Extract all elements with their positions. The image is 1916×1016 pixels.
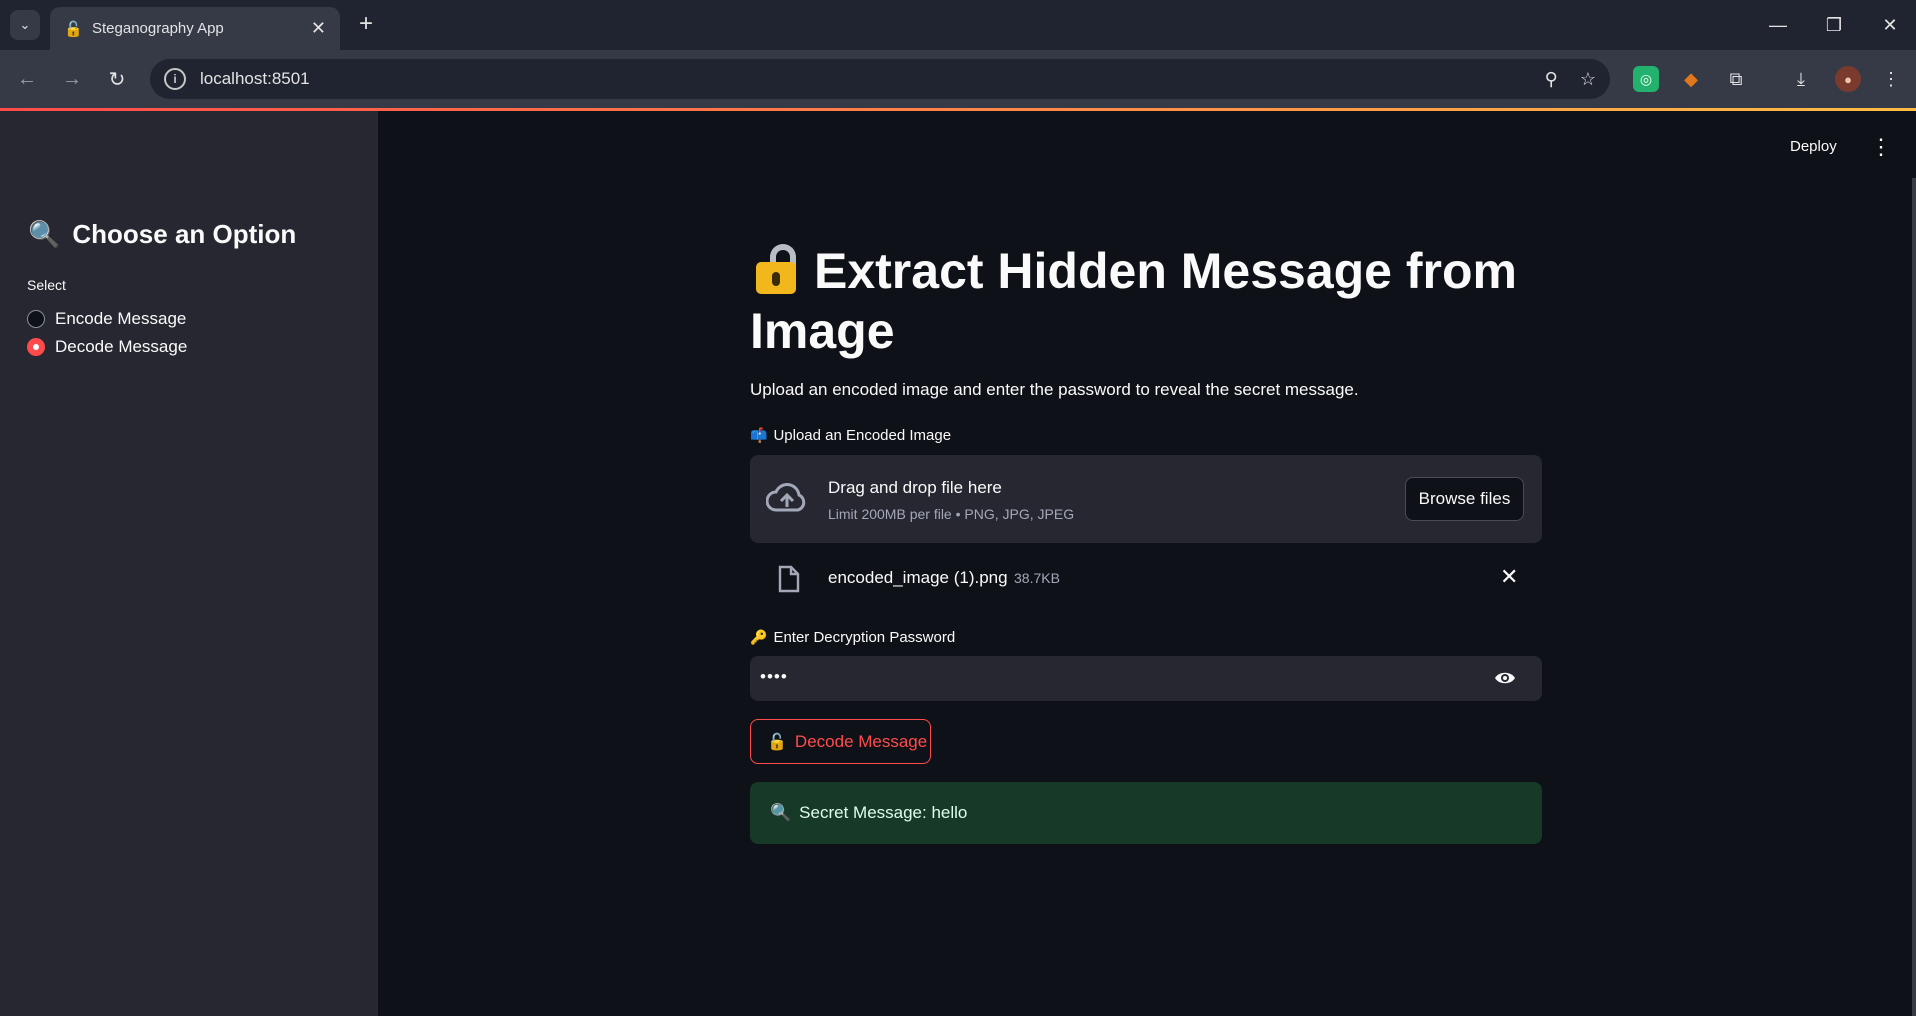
cloud-upload-icon	[766, 483, 806, 512]
tab-close-icon[interactable]: ✕	[311, 18, 326, 39]
password-input[interactable]: ••••	[750, 656, 1542, 701]
tab-title: Steganography App	[92, 20, 224, 37]
reload-icon[interactable]: ↻	[102, 64, 132, 94]
forward-arrow-icon[interactable]: →	[57, 64, 87, 94]
show-password-eye-icon[interactable]	[1494, 669, 1516, 687]
url-text[interactable]: localhost:8501	[200, 69, 1523, 89]
profile-avatar[interactable]: ●	[1835, 66, 1861, 92]
new-tab-plus-icon[interactable]: +	[352, 10, 380, 38]
dropzone-title: Drag and drop file here	[828, 478, 1002, 497]
secret-message-text: Secret Message: hello	[799, 803, 968, 822]
file-icon	[778, 565, 800, 593]
page-title: Extract Hidden Message from Image	[750, 241, 1540, 361]
remove-file-close-icon[interactable]: ✕	[1500, 564, 1518, 590]
app-menu-kebab-icon[interactable]: ⋮	[1870, 134, 1892, 160]
radio-option-encode[interactable]: Encode Message	[27, 309, 186, 329]
back-arrow-icon[interactable]: ←	[12, 64, 42, 94]
password-value[interactable]: ••••	[760, 667, 788, 687]
lock-favicon-icon: 🔓	[64, 20, 83, 38]
page-title-text: Extract Hidden Message from Image	[750, 243, 1517, 359]
metamask-fox-icon[interactable]: ◆	[1678, 66, 1704, 92]
radio-label: Encode Message	[55, 309, 187, 328]
decode-button-label: Decode Message	[794, 731, 928, 751]
radio-option-decode[interactable]: Decode Message	[27, 337, 187, 357]
file-dropzone[interactable]: Drag and drop file here Limit 200MB per …	[750, 455, 1542, 543]
radio-group-label: Select	[27, 277, 66, 293]
zoom-magnifier-icon[interactable]: ⚲	[1545, 69, 1558, 90]
extension-green-icon[interactable]: ◎	[1633, 66, 1659, 92]
password-label: 🔑 Enter Decryption Password	[750, 629, 955, 646]
browse-files-button[interactable]: Browse files	[1405, 477, 1524, 521]
restore-icon[interactable]: ❐	[1814, 10, 1854, 40]
dropzone-subtitle: Limit 200MB per file • PNG, JPG, JPEG	[828, 506, 1075, 522]
close-window-icon[interactable]: ✕	[1870, 10, 1910, 40]
radio-button[interactable]	[27, 310, 45, 328]
decode-message-button[interactable]: 🔓 Decode Message	[750, 719, 931, 764]
address-bar[interactable]: i localhost:8501 ⚲ ☆	[150, 59, 1610, 99]
magnifier-icon: 🔍	[28, 219, 61, 249]
scrollbar[interactable]	[1912, 178, 1916, 1016]
browser-toolbar: ← → ↻ i localhost:8501 ⚲ ☆ ◎ ◆ ⧉ ⤓ ● ⋮	[0, 50, 1916, 108]
success-alert: 🔍 Secret Message: hello	[750, 782, 1542, 844]
tab-search-chevron-down-icon[interactable]: ⌄	[10, 10, 40, 40]
password-label-text: Enter Decryption Password	[773, 629, 956, 646]
magnifier-icon: 🔍	[770, 803, 792, 822]
radio-button-selected[interactable]	[27, 338, 45, 356]
unlocked-lock-icon	[750, 244, 802, 294]
unlocked-lock-icon: 🔓	[767, 733, 787, 751]
browser-menu-kebab-icon[interactable]: ⋮	[1878, 66, 1904, 92]
upload-label-text: Upload an Encoded Image	[773, 427, 952, 444]
downloads-icon[interactable]: ⤓	[1788, 66, 1814, 92]
upload-label: 📫 Upload an Encoded Image	[750, 427, 951, 444]
deploy-button[interactable]: Deploy	[1790, 138, 1837, 155]
extensions-puzzle-icon[interactable]: ⧉	[1723, 66, 1749, 92]
sidebar: 🔍 Choose an Option Select Encode Message…	[0, 111, 378, 1016]
browser-tab-bar: ⌄ 🔓 Steganography App ✕ + — ❐ ✕	[0, 0, 1916, 50]
mailbox-icon: 📫	[750, 427, 768, 443]
minimize-icon[interactable]: —	[1758, 10, 1798, 40]
bookmark-star-icon[interactable]: ☆	[1580, 69, 1596, 90]
key-icon: 🔑	[750, 629, 768, 645]
file-name: encoded_image (1).png	[828, 568, 1008, 587]
browser-tab[interactable]: 🔓 Steganography App ✕	[50, 7, 340, 50]
radio-label: Decode Message	[55, 337, 188, 356]
site-info-icon[interactable]: i	[164, 68, 186, 90]
sidebar-title: 🔍 Choose an Option	[28, 219, 296, 250]
file-size: 38.7KB	[1014, 570, 1060, 586]
page-subtitle: Upload an encoded image and enter the pa…	[750, 380, 1359, 399]
sidebar-title-text: Choose an Option	[72, 219, 297, 249]
uploaded-file-row: encoded_image (1).png 38.7KB ✕	[750, 556, 1542, 606]
